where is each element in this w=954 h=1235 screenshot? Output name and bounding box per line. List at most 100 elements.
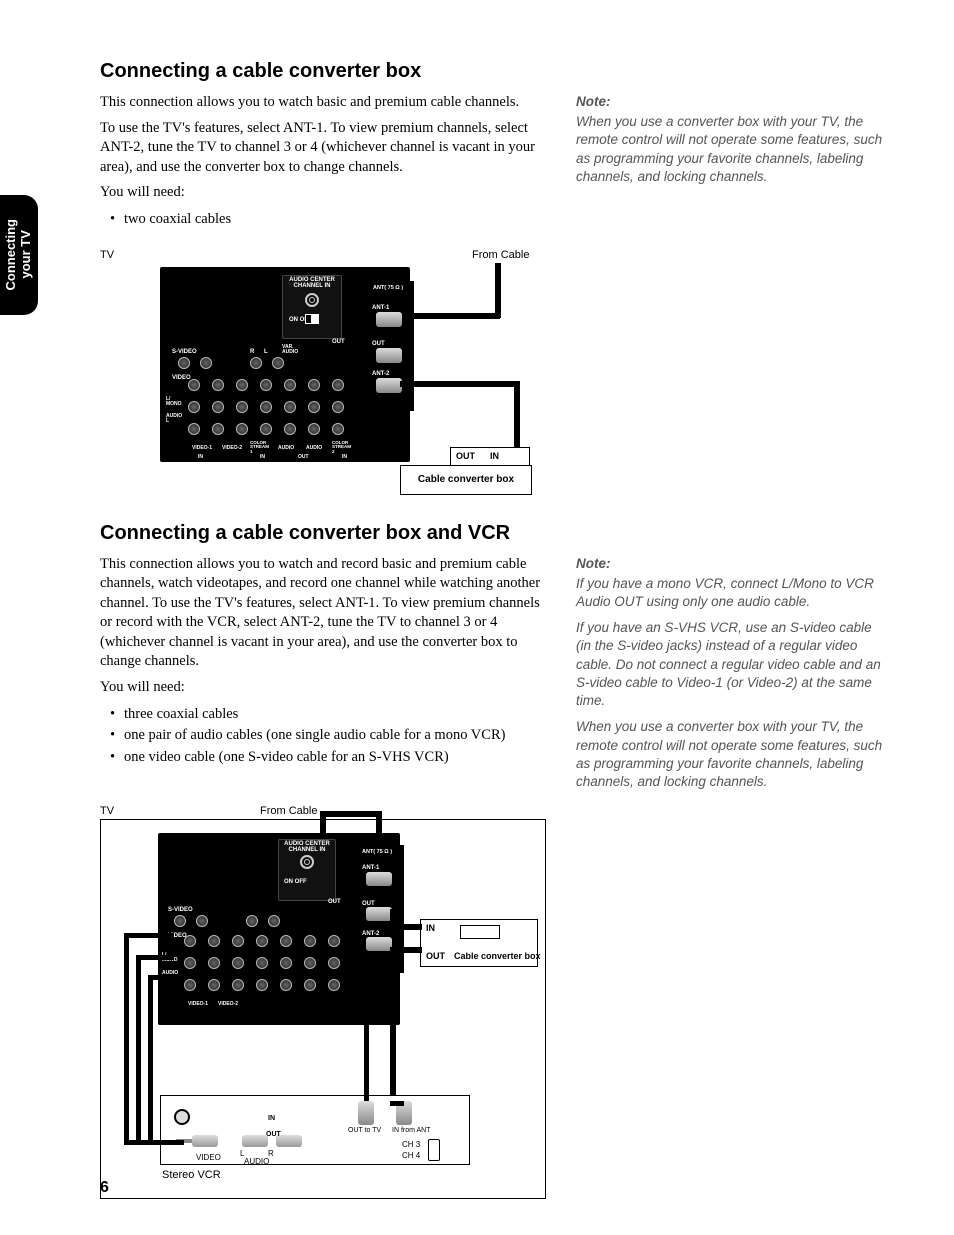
list-item: one video cable (one S-video cable for a… bbox=[124, 747, 550, 769]
box-slot bbox=[460, 925, 500, 939]
jack-icon bbox=[178, 357, 190, 369]
video1-label: VIDEO-1 bbox=[188, 1001, 208, 1007]
wire bbox=[124, 933, 129, 1143]
audio-center-label: AUDIO CENTER CHANNEL IN bbox=[286, 277, 338, 289]
jack-icon bbox=[284, 379, 296, 391]
out-label2: OUT bbox=[372, 341, 385, 347]
cs2-label: COLOR STREAM 2 bbox=[332, 441, 351, 455]
audio-label: AUDIO bbox=[278, 445, 294, 451]
switch-icon bbox=[305, 314, 319, 324]
jack-icon bbox=[305, 293, 319, 307]
s2-bullets: three coaxial cables one pair of audio c… bbox=[124, 704, 550, 769]
in-label: IN bbox=[426, 923, 435, 933]
jack-icon bbox=[308, 423, 320, 435]
ch4: CH 4 bbox=[402, 1151, 420, 1160]
coax-icon bbox=[376, 348, 402, 363]
var-audio-label: VAR. AUDIO bbox=[282, 345, 298, 355]
from-cable-label: From Cable bbox=[472, 249, 529, 261]
list-item: one pair of audio cables (one single aud… bbox=[124, 725, 550, 747]
in-lbl2: IN bbox=[260, 454, 265, 460]
coax-icon bbox=[358, 1101, 374, 1125]
s2-p1: This connection allows you to watch and … bbox=[100, 555, 550, 672]
ant1-label: ANT-1 bbox=[362, 865, 379, 871]
jack-icon bbox=[284, 401, 296, 413]
out-lbl1: OUT bbox=[298, 454, 309, 460]
audio-center-label: AUDIO CENTER CHANNEL IN bbox=[282, 841, 332, 853]
jack-icon bbox=[188, 379, 200, 391]
vcr-out: OUT bbox=[266, 1131, 281, 1138]
ant75-label: ANT( 75 Ω ) bbox=[362, 849, 392, 855]
jack-icon bbox=[188, 401, 200, 413]
wire bbox=[136, 955, 174, 960]
coax-icon bbox=[376, 312, 402, 327]
note-text: When you use a converter box with your T… bbox=[576, 718, 884, 791]
wire bbox=[124, 933, 174, 938]
section-cable-box-vcr: Connecting a cable converter box and VCR… bbox=[100, 522, 884, 1206]
s1-bullets: two coaxial cables bbox=[124, 209, 550, 231]
in-lbl1: IN bbox=[198, 454, 203, 460]
on-off-label: ON OFF bbox=[284, 879, 307, 885]
out-label3: OUT bbox=[456, 451, 475, 461]
s1-p3: You will need: bbox=[100, 183, 550, 203]
section1-main: This connection allows you to watch basi… bbox=[100, 93, 550, 243]
wire bbox=[390, 924, 422, 930]
out-label: OUT bbox=[328, 899, 341, 905]
heading-2: Connecting a cable converter box and VCR bbox=[100, 522, 884, 545]
wire bbox=[495, 263, 501, 318]
video2-label: VIDEO-2 bbox=[218, 1001, 238, 1007]
video1-label: VIDEO-1 bbox=[192, 445, 212, 451]
s1-p1: This connection allows you to watch basi… bbox=[100, 93, 550, 113]
jack-icon bbox=[236, 423, 248, 435]
in-label: IN bbox=[490, 451, 499, 461]
cs1-label: COLOR STREAM 1 bbox=[250, 441, 269, 455]
jack-icon bbox=[308, 401, 320, 413]
jack-icon bbox=[188, 423, 200, 435]
note-text: If you have a mono VCR, connect L/Mono t… bbox=[576, 575, 884, 611]
side-tab: Connectingyour TV bbox=[0, 195, 38, 315]
ant75-label: ANT( 75 Ω ) bbox=[373, 285, 403, 291]
box-label: Cable converter box bbox=[418, 474, 514, 485]
heading-1: Connecting a cable converter box bbox=[100, 60, 884, 83]
jack-icon bbox=[332, 401, 344, 413]
video2-label: VIDEO-2 bbox=[222, 445, 242, 451]
diagram-2: TV From Cable AUDIO CENTER CHANNEL IN ON… bbox=[100, 805, 550, 1205]
out-label: OUT bbox=[332, 339, 345, 345]
in-from-ant: IN from ANT bbox=[392, 1127, 431, 1134]
ant1-label: ANT-1 bbox=[372, 305, 389, 311]
box-label: Cable converter box bbox=[454, 951, 541, 961]
jack-icon bbox=[332, 423, 344, 435]
note-text: When you use a converter box with your T… bbox=[576, 113, 884, 186]
jack-icon bbox=[250, 357, 262, 369]
wire bbox=[148, 975, 153, 1145]
note-title: Note: bbox=[576, 555, 884, 573]
note-text: If you have an S-VHS VCR, use an S-video… bbox=[576, 619, 884, 710]
section2-note: Note: If you have a mono VCR, connect L/… bbox=[576, 555, 884, 800]
section2-main: This connection allows you to watch and … bbox=[100, 555, 550, 800]
tv-label: TV bbox=[100, 805, 114, 817]
jack-icon bbox=[260, 423, 272, 435]
coax-icon bbox=[366, 937, 392, 951]
coax-icon bbox=[366, 872, 392, 886]
stereo-vcr-label: Stereo VCR bbox=[162, 1169, 221, 1181]
out-to-tv: OUT to TV bbox=[348, 1127, 381, 1134]
ant2-label: ANT-2 bbox=[372, 371, 389, 377]
side-tab-text: Connectingyour TV bbox=[4, 219, 34, 291]
wire bbox=[364, 973, 369, 1101]
s1-p2: To use the TV's features, select ANT-1. … bbox=[100, 119, 550, 178]
tv-label: TV bbox=[100, 249, 114, 261]
list-item: three coaxial cables bbox=[124, 704, 550, 726]
list-item: two coaxial cables bbox=[124, 209, 550, 231]
s2-p2: You will need: bbox=[100, 678, 550, 698]
jack-icon bbox=[332, 379, 344, 391]
section1-note: Note: When you use a converter box with … bbox=[576, 93, 884, 243]
wire bbox=[136, 955, 141, 1145]
wire bbox=[390, 1101, 404, 1106]
page-number: 6 bbox=[100, 1179, 109, 1197]
wire bbox=[320, 811, 380, 817]
vcr-in: IN bbox=[268, 1115, 275, 1122]
jack-icon bbox=[308, 379, 320, 391]
cable-converter-box: Cable converter box bbox=[400, 465, 532, 495]
section-cable-box: Connecting a cable converter box This co… bbox=[100, 60, 884, 504]
audio-label2: AUDIO bbox=[306, 445, 322, 451]
in-lbl3: IN bbox=[342, 454, 347, 460]
